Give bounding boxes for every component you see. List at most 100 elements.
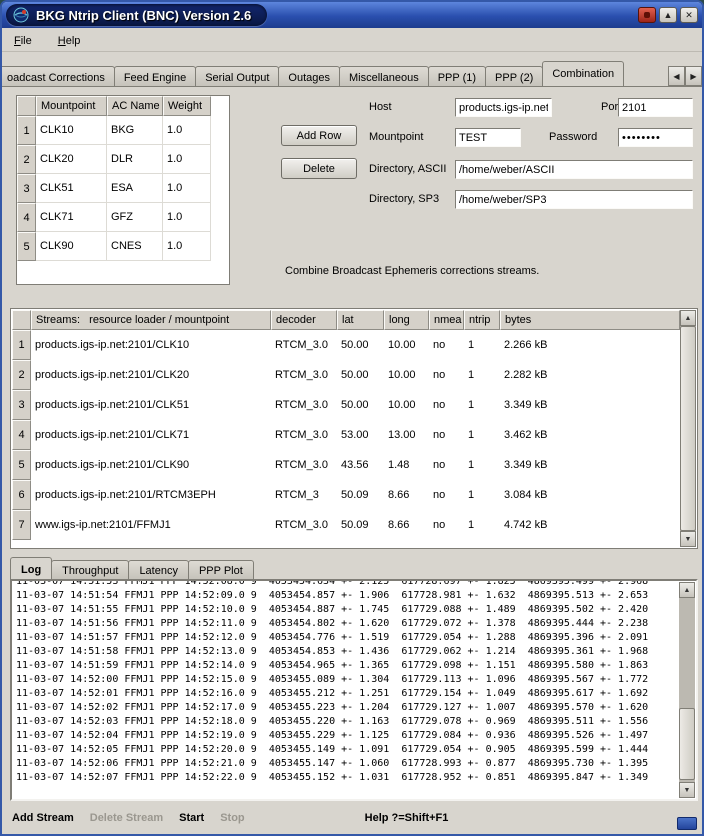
stream-cell[interactable]: 50.00	[337, 330, 384, 360]
stream-cell[interactable]: 2.266 kB	[500, 330, 680, 360]
stream-cell[interactable]: 3.462 kB	[500, 420, 680, 450]
table-cell[interactable]: CLK51	[36, 174, 107, 203]
stream-cell[interactable]: 1	[464, 480, 500, 510]
streams-scrollbar[interactable]: ▲ ▼	[680, 310, 696, 547]
table-cell[interactable]: CLK71	[36, 203, 107, 232]
add-row-button[interactable]: Add Row	[281, 125, 357, 146]
table-cell[interactable]: 1.0	[163, 232, 211, 261]
close-button[interactable]: ✕	[680, 7, 698, 23]
combination-table[interactable]: MountpointAC NameWeight1CLK10BKG1.02CLK2…	[16, 95, 230, 285]
tab-serial-output[interactable]: Serial Output	[195, 66, 279, 86]
stream-cell[interactable]: 43.56	[337, 450, 384, 480]
stream-cell[interactable]: 50.00	[337, 390, 384, 420]
stream-cell[interactable]: RTCM_3.0	[271, 330, 337, 360]
stream-cell[interactable]: 2.282 kB	[500, 360, 680, 390]
start-button[interactable]: Start	[179, 812, 204, 824]
stream-cell[interactable]: no	[429, 420, 464, 450]
stream-cell[interactable]: 1	[464, 510, 500, 540]
log-output[interactable]: 11-03-07 14:51:53 FFMJ1 PPP 14:52:08.0 9…	[16, 579, 676, 785]
stream-cell[interactable]: 4.742 kB	[500, 510, 680, 540]
tab-miscellaneous[interactable]: Miscellaneous	[339, 66, 429, 86]
stream-cell[interactable]: 50.00	[337, 360, 384, 390]
stream-cell[interactable]: RTCM_3.0	[271, 390, 337, 420]
tab-feed-engine[interactable]: Feed Engine	[114, 66, 196, 86]
stream-cell[interactable]: 10.00	[384, 390, 429, 420]
stream-cell[interactable]: no	[429, 450, 464, 480]
stream-cell[interactable]: 1	[464, 360, 500, 390]
stream-cell[interactable]: no	[429, 330, 464, 360]
stream-cell[interactable]: 1	[464, 450, 500, 480]
stream-cell[interactable]: 1.48	[384, 450, 429, 480]
mountpoint-input[interactable]	[455, 128, 521, 147]
stream-cell[interactable]: 13.00	[384, 420, 429, 450]
port-input[interactable]	[618, 98, 693, 117]
tab-ppp-2[interactable]: PPP (2)	[485, 66, 543, 86]
delete-button[interactable]: Delete	[281, 158, 357, 179]
table-cell[interactable]: CLK20	[36, 145, 107, 174]
log-scrollbar[interactable]: ▲ ▼	[679, 582, 695, 798]
stream-cell[interactable]: RTCM_3.0	[271, 360, 337, 390]
tab-scroll-left-button[interactable]: ◀	[668, 66, 685, 86]
stream-cell[interactable]: 10.00	[384, 330, 429, 360]
add-stream-button[interactable]: Add Stream	[12, 812, 74, 824]
stream-cell[interactable]: RTCM_3	[271, 480, 337, 510]
stream-cell[interactable]: no	[429, 360, 464, 390]
tab-log[interactable]: Log	[10, 557, 52, 579]
scrollbar-track[interactable]	[680, 326, 696, 531]
stream-cell[interactable]: 53.00	[337, 420, 384, 450]
stream-cell[interactable]: products.igs-ip.net:2101/CLK51	[31, 390, 271, 420]
tab-latency[interactable]: Latency	[128, 560, 189, 579]
tab-scroll-right-button[interactable]: ▶	[685, 66, 702, 86]
stream-cell[interactable]: 3.349 kB	[500, 450, 680, 480]
stream-cell[interactable]: 10.00	[384, 360, 429, 390]
titlebar[interactable]: BKG Ntrip Client (BNC) Version 2.6 ▲ ✕	[2, 2, 702, 28]
stream-cell[interactable]: 1	[464, 330, 500, 360]
table-cell[interactable]: DLR	[107, 145, 163, 174]
table-cell[interactable]: 1.0	[163, 116, 211, 145]
tab-oadcast-corrections[interactable]: oadcast Corrections	[0, 66, 115, 86]
stream-cell[interactable]: 3.084 kB	[500, 480, 680, 510]
maximize-button[interactable]: ▲	[659, 7, 677, 23]
scroll-up-button[interactable]: ▲	[679, 582, 695, 598]
tab-ppp-1[interactable]: PPP (1)	[428, 66, 486, 86]
table-cell[interactable]: CLK90	[36, 232, 107, 261]
scroll-down-button[interactable]: ▼	[680, 531, 696, 547]
stream-cell[interactable]: 1	[464, 420, 500, 450]
directory-sp3-input[interactable]	[455, 190, 693, 209]
stream-cell[interactable]: RTCM_3.0	[271, 450, 337, 480]
directory-ascii-input[interactable]	[455, 160, 693, 179]
scrollbar-thumb[interactable]	[680, 326, 696, 531]
stream-cell[interactable]: 8.66	[384, 510, 429, 540]
stream-cell[interactable]: products.igs-ip.net:2101/CLK90	[31, 450, 271, 480]
stream-cell[interactable]: 8.66	[384, 480, 429, 510]
menu-file[interactable]: File	[10, 33, 36, 49]
table-cell[interactable]: 1.0	[163, 174, 211, 203]
password-input[interactable]	[618, 128, 693, 147]
tab-outages[interactable]: Outages	[278, 66, 340, 86]
stream-cell[interactable]: 1	[464, 390, 500, 420]
table-cell[interactable]: CLK10	[36, 116, 107, 145]
table-cell[interactable]: BKG	[107, 116, 163, 145]
stream-cell[interactable]: 50.09	[337, 480, 384, 510]
tab-combination[interactable]: Combination	[542, 61, 624, 86]
minimize-button[interactable]	[638, 7, 656, 23]
tab-throughput[interactable]: Throughput	[51, 560, 129, 579]
stream-cell[interactable]: 50.09	[337, 510, 384, 540]
stream-cell[interactable]: products.igs-ip.net:2101/CLK10	[31, 330, 271, 360]
stream-cell[interactable]: no	[429, 510, 464, 540]
stream-cell[interactable]: products.igs-ip.net:2101/RTCM3EPH	[31, 480, 271, 510]
stream-cell[interactable]: 3.349 kB	[500, 390, 680, 420]
tab-ppp-plot[interactable]: PPP Plot	[188, 560, 254, 579]
menu-help[interactable]: Help	[54, 33, 85, 49]
stream-cell[interactable]: no	[429, 390, 464, 420]
stream-cell[interactable]: RTCM_3.0	[271, 510, 337, 540]
scroll-up-button[interactable]: ▲	[680, 310, 696, 326]
table-cell[interactable]: GFZ	[107, 203, 163, 232]
stream-cell[interactable]: no	[429, 480, 464, 510]
scrollbar-thumb[interactable]	[679, 708, 695, 780]
table-cell[interactable]: CNES	[107, 232, 163, 261]
resize-grip[interactable]	[677, 817, 697, 830]
stream-cell[interactable]: www.igs-ip.net:2101/FFMJ1	[31, 510, 271, 540]
scrollbar-track[interactable]	[679, 598, 695, 782]
table-cell[interactable]: 1.0	[163, 145, 211, 174]
